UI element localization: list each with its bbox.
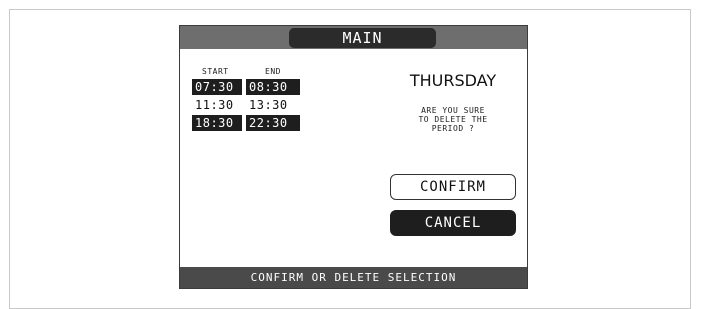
question-line-3: PERIOD ? bbox=[431, 124, 475, 133]
page-title: MAIN bbox=[289, 28, 436, 48]
period-start: 07:30 bbox=[192, 79, 242, 95]
question-line-1: ARE YOU SURE bbox=[421, 106, 485, 115]
period-end: 08:30 bbox=[246, 79, 300, 95]
period-end: 22:30 bbox=[246, 115, 300, 131]
period-row-2[interactable]: 11:30 13:30 bbox=[192, 97, 302, 113]
confirm-question: ARE YOU SURE TO DELETE THE PERIOD ? bbox=[383, 106, 523, 133]
start-column-header: START bbox=[202, 67, 229, 76]
period-start: 18:30 bbox=[192, 115, 242, 131]
end-column-header: END bbox=[265, 67, 281, 76]
day-label: THURSDAY bbox=[409, 71, 497, 90]
cancel-button[interactable]: CANCEL bbox=[390, 210, 516, 236]
period-start: 11:30 bbox=[195, 98, 234, 112]
period-end: 13:30 bbox=[249, 98, 288, 112]
device-screen: MAIN START END 07:30 08:30 11:30 13:30 1… bbox=[179, 25, 528, 289]
period-row-3[interactable]: 18:30 22:30 bbox=[192, 115, 302, 131]
period-row-1[interactable]: 07:30 08:30 bbox=[192, 79, 302, 95]
question-line-2: TO DELETE THE bbox=[418, 115, 488, 124]
top-bar: MAIN bbox=[180, 26, 527, 49]
confirm-button[interactable]: CONFIRM bbox=[390, 174, 516, 200]
status-bar: CONFIRM OR DELETE SELECTION bbox=[180, 267, 527, 288]
